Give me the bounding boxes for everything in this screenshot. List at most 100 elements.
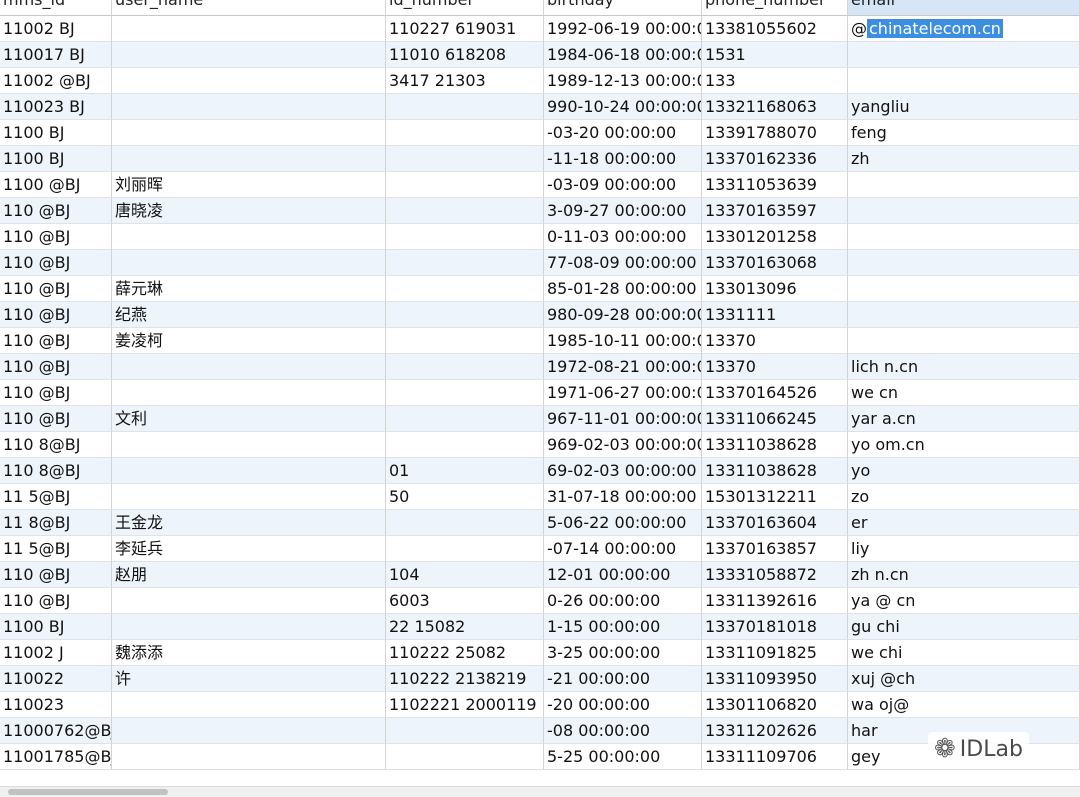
cell-phone-number[interactable]: 13370 [702, 328, 848, 354]
table-row[interactable]: 110 @BJ 唐晓凌 3-09-27 00:00:00 13370163597 [0, 198, 1080, 224]
cell-id-number[interactable]: 50 [386, 484, 544, 510]
cell-phone-number[interactable]: 13311093950 [702, 666, 848, 692]
column-header-birthday[interactable]: birthday [544, 0, 702, 16]
cell-id-number[interactable]: 6003 [386, 588, 544, 614]
table-row[interactable]: 11002 BJ 110227 619031 1992-06-19 00:00:00… [0, 16, 1080, 42]
cell-birthday[interactable]: 1984-06-18 00:00:00 [544, 42, 702, 68]
cell-phone-number[interactable]: 1331111 [702, 302, 848, 328]
cell-mms-id[interactable]: 110 @BJ [0, 250, 112, 276]
cell-mms-id[interactable]: 11001785@BJ [0, 744, 112, 770]
cell-id-number[interactable]: 104 [386, 562, 544, 588]
cell-id-number[interactable] [386, 406, 544, 432]
cell-birthday[interactable]: 969-02-03 00:00:00 [544, 432, 702, 458]
cell-mms-id[interactable]: 11 8@BJ [0, 510, 112, 536]
cell-mms-id[interactable]: 110 8@BJ [0, 458, 112, 484]
cell-id-number[interactable]: 110222 25082 [386, 640, 544, 666]
cell-id-number[interactable] [386, 276, 544, 302]
cell-user-name[interactable]: 文利 [112, 406, 386, 432]
cell-phone-number[interactable]: 13370162336 [702, 146, 848, 172]
cell-id-number[interactable]: 11010 618208 [386, 42, 544, 68]
cell-birthday[interactable]: -08 00:00:00 [544, 718, 702, 744]
cell-birthday[interactable]: 85-01-28 00:00:00 [544, 276, 702, 302]
cell-user-name[interactable] [112, 458, 386, 484]
cell-user-name[interactable] [112, 250, 386, 276]
cell-user-name[interactable] [112, 224, 386, 250]
cell-mms-id[interactable]: 110 @BJ [0, 406, 112, 432]
cell-birthday[interactable]: 0-11-03 00:00:00 [544, 224, 702, 250]
cell-id-number[interactable]: 22 15082 [386, 614, 544, 640]
cell-phone-number[interactable]: 13311066245 [702, 406, 848, 432]
cell-id-number[interactable] [386, 146, 544, 172]
cell-id-number[interactable] [386, 302, 544, 328]
cell-birthday[interactable]: 31-07-18 00:00:00 [544, 484, 702, 510]
cell-phone-number[interactable]: 13370163857 [702, 536, 848, 562]
cell-phone-number[interactable]: 13311053639 [702, 172, 848, 198]
cell-birthday[interactable]: 967-11-01 00:00:00 [544, 406, 702, 432]
cell-email[interactable] [848, 42, 1080, 68]
cell-user-name[interactable]: 魏添添 [112, 640, 386, 666]
cell-mms-id[interactable]: 110 @BJ [0, 562, 112, 588]
table-row[interactable]: 110 8@BJ 969-02-03 00:00:00 13311038628 yo … [0, 432, 1080, 458]
cell-id-number[interactable] [386, 198, 544, 224]
cell-birthday[interactable]: 5-25 00:00:00 [544, 744, 702, 770]
cell-birthday[interactable]: 1989-12-13 00:00:00 [544, 68, 702, 94]
cell-email[interactable]: yo om.cn [848, 432, 1080, 458]
cell-phone-number[interactable]: 1531 [702, 42, 848, 68]
cell-birthday[interactable]: 3-09-27 00:00:00 [544, 198, 702, 224]
cell-mms-id[interactable]: 11000762@BJ [0, 718, 112, 744]
cell-phone-number[interactable]: 15301312211 [702, 484, 848, 510]
cell-email[interactable]: xuj @ch [848, 666, 1080, 692]
cell-phone-number[interactable]: 13311091825 [702, 640, 848, 666]
cell-phone-number[interactable]: 13370164526 [702, 380, 848, 406]
cell-email[interactable]: zh [848, 146, 1080, 172]
cell-id-number[interactable] [386, 250, 544, 276]
cell-mms-id[interactable]: 110 @BJ [0, 198, 112, 224]
cell-email[interactable]: we cn [848, 380, 1080, 406]
cell-phone-number[interactable]: 13301106820 [702, 692, 848, 718]
cell-phone-number[interactable]: 13370 [702, 354, 848, 380]
cell-phone-number[interactable]: 13311109706 [702, 744, 848, 770]
table-row[interactable]: 1100 @BJ 刘丽晖 -03-09 00:00:00 13311053639 [0, 172, 1080, 198]
cell-user-name[interactable] [112, 42, 386, 68]
cell-user-name[interactable] [112, 354, 386, 380]
cell-email[interactable] [848, 68, 1080, 94]
cell-birthday[interactable]: 3-25 00:00:00 [544, 640, 702, 666]
cell-mms-id[interactable]: 110 @BJ [0, 354, 112, 380]
cell-mms-id[interactable]: 11 5@BJ [0, 484, 112, 510]
table-row[interactable]: 1100 BJ -11-18 00:00:00 13370162336 zh [0, 146, 1080, 172]
cell-user-name[interactable] [112, 614, 386, 640]
cell-user-name[interactable] [112, 484, 386, 510]
cell-birthday[interactable]: 5-06-22 00:00:00 [544, 510, 702, 536]
cell-email[interactable]: ya @ cn [848, 588, 1080, 614]
table-row[interactable]: 11 8@BJ 王金龙 5-06-22 00:00:00 13370163604 er [0, 510, 1080, 536]
cell-user-name[interactable]: 姜凌柯 [112, 328, 386, 354]
cell-id-number[interactable]: 3417 21303 [386, 68, 544, 94]
cell-mms-id[interactable]: 11 5@BJ [0, 536, 112, 562]
cell-mms-id[interactable]: 110 @BJ [0, 328, 112, 354]
table-row[interactable]: 110 @BJ 纪燕 980-09-28 00:00:00 1331111 [0, 302, 1080, 328]
cell-email[interactable] [848, 172, 1080, 198]
cell-phone-number[interactable]: 13331058872 [702, 562, 848, 588]
cell-birthday[interactable]: 1971-06-27 00:00:00 [544, 380, 702, 406]
table-row[interactable]: 110 @BJ 文利 967-11-01 00:00:00 13311066245 ya… [0, 406, 1080, 432]
column-header-mms-id[interactable]: mms_id [0, 0, 112, 16]
cell-user-name[interactable]: 刘丽晖 [112, 172, 386, 198]
cell-email[interactable] [848, 276, 1080, 302]
cell-user-name[interactable] [112, 146, 386, 172]
table-row[interactable]: 110 @BJ 6003 0-26 00:00:00 13311392616 ya @ … [0, 588, 1080, 614]
cell-phone-number[interactable]: 13391788070 [702, 120, 848, 146]
cell-email[interactable]: we chi [848, 640, 1080, 666]
column-header-id-number[interactable]: id_number [386, 0, 544, 16]
table-row[interactable]: 11 5@BJ 50 31-07-18 00:00:00 15301312211 zo [0, 484, 1080, 510]
cell-birthday[interactable]: 990-10-24 00:00:00 [544, 94, 702, 120]
table-row[interactable]: 11002 J 魏添添 110222 25082 3-25 00:00:00 13311… [0, 640, 1080, 666]
table-row[interactable]: 110 @BJ 0-11-03 00:00:00 13301201258 [0, 224, 1080, 250]
cell-mms-id[interactable]: 1100 @BJ [0, 172, 112, 198]
cell-id-number[interactable]: 110222 2138219 [386, 666, 544, 692]
cell-phone-number[interactable]: 133013096 [702, 276, 848, 302]
cell-mms-id[interactable]: 110 @BJ [0, 302, 112, 328]
table-row[interactable]: 110023 BJ 990-10-24 00:00:00 13321168063 ya… [0, 94, 1080, 120]
cell-phone-number[interactable]: 133 [702, 68, 848, 94]
cell-birthday[interactable]: 69-02-03 00:00:00 [544, 458, 702, 484]
cell-email[interactable]: wa oj@ [848, 692, 1080, 718]
